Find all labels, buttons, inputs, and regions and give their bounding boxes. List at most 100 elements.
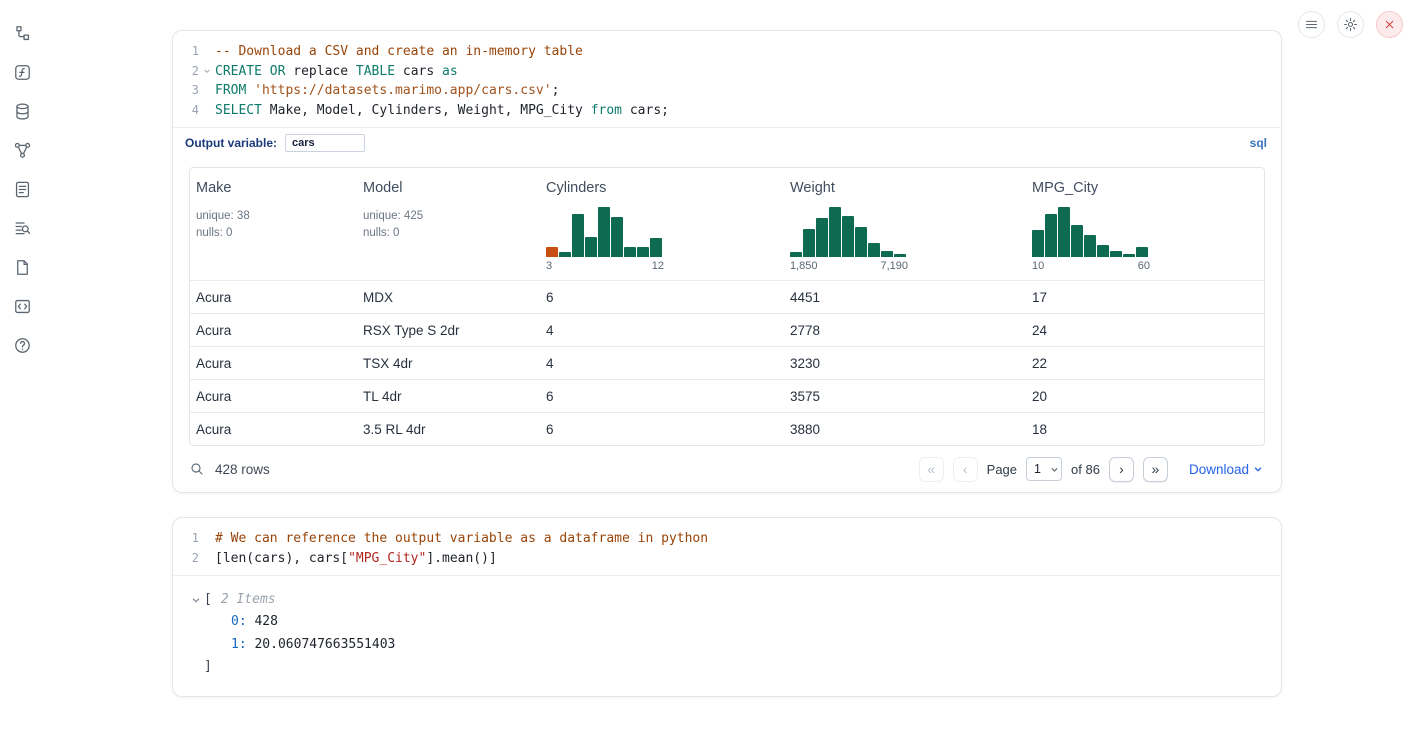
line-number: 3	[173, 81, 199, 101]
table-cell: 4	[540, 356, 784, 371]
table-row: AcuraRSX Type S 2dr4277824	[190, 313, 1264, 346]
column-header[interactable]: Make	[196, 180, 357, 196]
row-count: 428 rows	[215, 462, 270, 477]
table-cell: 6	[540, 422, 784, 437]
table-cell: 3880	[784, 422, 1026, 437]
histogram-bar	[868, 243, 880, 257]
table-cell: 6	[540, 389, 784, 404]
table-cell: 17	[1026, 290, 1264, 305]
output-variable-label: Output variable:	[185, 136, 277, 150]
list-entry: 0: 428	[191, 611, 1265, 633]
first-page-button[interactable]: «	[919, 457, 944, 482]
output-variable-input[interactable]	[285, 134, 365, 152]
column-header[interactable]: Model	[363, 180, 540, 196]
line-number: 2	[173, 549, 199, 569]
download-button[interactable]: Download	[1189, 462, 1263, 477]
help-icon[interactable]	[11, 334, 33, 356]
next-page-button[interactable]: ›	[1109, 457, 1134, 482]
histogram-bar	[572, 214, 584, 257]
table-cell: RSX Type S 2dr	[357, 323, 540, 338]
settings-icon[interactable]	[1337, 11, 1364, 38]
list-open-bracket: [	[204, 589, 212, 611]
code-line: 4SELECT Make, Model, Cylinders, Weight, …	[173, 101, 1281, 121]
histogram-bar	[559, 252, 571, 257]
output-variable-row: Output variable: sql	[173, 128, 1281, 161]
histogram-bar	[598, 207, 610, 257]
scratchpad-icon[interactable]	[11, 178, 33, 200]
histogram-bar	[585, 237, 597, 257]
table-widget: Makeunique: 38nulls: 0Modelunique: 425nu…	[189, 167, 1265, 492]
column-header[interactable]: MPG_City	[1032, 180, 1264, 196]
previous-page-button[interactable]: ‹	[953, 457, 978, 482]
table-cell: 4451	[784, 290, 1026, 305]
histogram-bar	[816, 218, 828, 257]
list-entries: 0: 4281: 20.060747663551403	[191, 611, 1265, 656]
column-header[interactable]: Cylinders	[546, 180, 784, 196]
page-select[interactable]: 1	[1026, 457, 1062, 481]
histogram-bar	[1123, 254, 1135, 257]
gutter-spacer	[199, 81, 215, 101]
table-column: Makeunique: 38nulls: 0	[190, 180, 357, 280]
histogram-bar	[637, 247, 649, 257]
line-number: 1	[173, 42, 199, 62]
table-row: Acura3.5 RL 4dr6388018	[190, 412, 1264, 445]
table-cell: Acura	[190, 422, 357, 437]
column-stat-nulls: nulls: 0	[363, 225, 540, 241]
histogram-bar	[842, 216, 854, 257]
gutter-spacer	[199, 42, 215, 62]
histogram-bar	[894, 254, 906, 257]
table-cell: 18	[1026, 422, 1264, 437]
column-histogram	[790, 205, 908, 257]
table-row: AcuraTL 4dr6357520	[190, 379, 1264, 412]
histogram-bar	[1071, 225, 1083, 257]
column-header[interactable]: Weight	[790, 180, 1026, 196]
chevron-down-icon	[1253, 464, 1263, 474]
list-items-count: 2 Items	[221, 589, 276, 611]
close-icon[interactable]	[1376, 11, 1403, 38]
table-cell: 3.5 RL 4dr	[357, 422, 540, 437]
table-cell: Acura	[190, 356, 357, 371]
data-table: Makeunique: 38nulls: 0Modelunique: 425nu…	[189, 167, 1265, 446]
last-page-button[interactable]: »	[1143, 457, 1168, 482]
python-output: [ 2 Items 0: 4281: 20.060747663551403 ]	[173, 576, 1281, 696]
functions-icon[interactable]	[11, 61, 33, 83]
table-body: AcuraMDX6445117AcuraRSX Type S 2dr427782…	[190, 280, 1264, 445]
histogram-bar	[650, 238, 662, 257]
sidebar-panel-rail	[0, 0, 44, 356]
table-cell: 20	[1026, 389, 1264, 404]
histogram-bar	[803, 229, 815, 257]
database-icon[interactable]	[11, 100, 33, 122]
histogram-bar	[1032, 230, 1044, 257]
sql-code-editor[interactable]: 1-- Download a CSV and create an in-memo…	[173, 31, 1281, 128]
language-badge: sql	[1250, 136, 1267, 150]
document-icon[interactable]	[11, 256, 33, 278]
fold-chevron-icon[interactable]	[199, 62, 215, 82]
table-column: Modelunique: 425nulls: 0	[357, 180, 540, 280]
logs-icon[interactable]	[11, 217, 33, 239]
column-histogram	[1032, 205, 1150, 257]
download-label: Download	[1189, 462, 1249, 477]
histogram-bar	[1045, 214, 1057, 257]
histogram-axis: 1060	[1032, 260, 1150, 280]
notebook: 1-- Download a CSV and create an in-memo…	[172, 30, 1282, 697]
table-row: AcuraTSX 4dr4323022	[190, 346, 1264, 379]
table-header: Makeunique: 38nulls: 0Modelunique: 425nu…	[190, 168, 1264, 280]
menu-icon[interactable]	[1298, 11, 1325, 38]
table-column: Cylinders 312	[540, 180, 784, 280]
histogram-bar	[624, 247, 636, 257]
table-cell: 3230	[784, 356, 1026, 371]
dependency-graph-icon[interactable]	[11, 139, 33, 161]
histogram-bar	[546, 247, 558, 257]
snippets-icon[interactable]	[11, 295, 33, 317]
collapse-chevron-icon[interactable]	[191, 595, 204, 605]
histogram-axis: 1,8507,190	[790, 260, 908, 280]
search-icon[interactable]	[189, 461, 205, 477]
code-line: 1# We can reference the output variable …	[173, 529, 1281, 549]
file-tree-icon[interactable]	[11, 22, 33, 44]
histogram-bar	[611, 217, 623, 257]
histogram-bar	[1136, 247, 1148, 257]
topbar-actions	[1298, 11, 1403, 38]
python-code-editor[interactable]: 1# We can reference the output variable …	[173, 518, 1281, 576]
histogram-axis: 312	[546, 260, 664, 280]
histogram-bar	[1058, 207, 1070, 257]
